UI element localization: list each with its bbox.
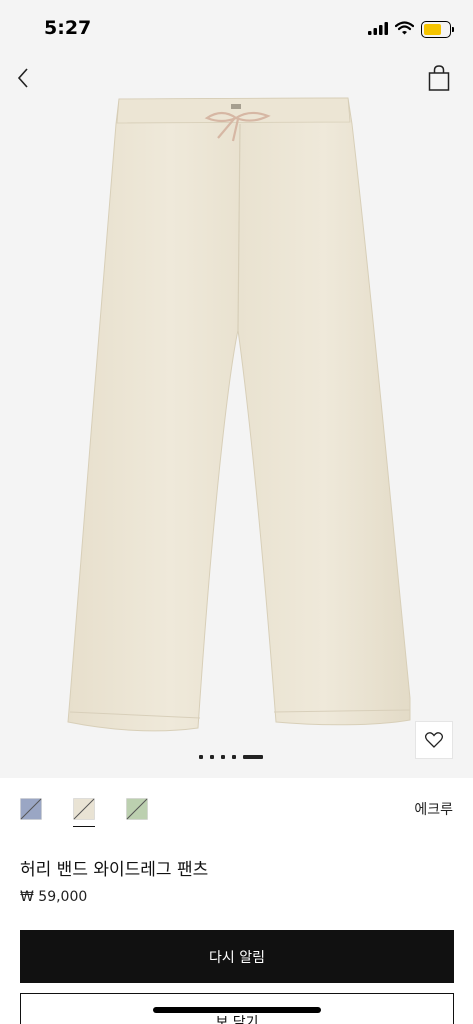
- color-swatches: [20, 798, 148, 827]
- battery-icon: [421, 21, 454, 38]
- heart-icon: [425, 732, 443, 748]
- wishlist-button[interactable]: [415, 721, 453, 759]
- home-indicator: [153, 1007, 321, 1013]
- unavailable-swatch-icon: [126, 798, 148, 820]
- product-price: ₩ 59,000: [20, 889, 88, 905]
- wifi-icon: [394, 20, 415, 39]
- notify-me-button[interactable]: 다시 알림: [20, 930, 454, 983]
- status-bar: 5:27: [0, 0, 473, 58]
- selected-color-name: 에크루: [414, 802, 453, 818]
- status-icons: [368, 20, 454, 39]
- status-time: 5:27: [44, 17, 92, 39]
- gallery-pagination[interactable]: [199, 755, 263, 759]
- product-image: [67, 97, 411, 732]
- secondary-action-label: 보 닫기: [215, 1015, 259, 1024]
- pagination-dot-active[interactable]: [243, 755, 263, 759]
- color-swatch-2[interactable]: [73, 798, 95, 827]
- color-swatch-3[interactable]: [126, 798, 148, 820]
- product-gallery[interactable]: [0, 58, 473, 778]
- product-name: 허리 밴드 와이드레그 팬츠: [20, 860, 209, 880]
- pagination-dot[interactable]: [221, 755, 225, 759]
- pagination-dot[interactable]: [232, 755, 236, 759]
- battery-fill: [424, 24, 441, 35]
- pagination-dot[interactable]: [210, 755, 214, 759]
- unavailable-swatch-icon: [73, 798, 95, 820]
- color-swatch-1[interactable]: [20, 798, 42, 820]
- cellular-signal-icon: [368, 20, 388, 39]
- unavailable-swatch-icon: [20, 798, 42, 820]
- pagination-dot[interactable]: [199, 755, 203, 759]
